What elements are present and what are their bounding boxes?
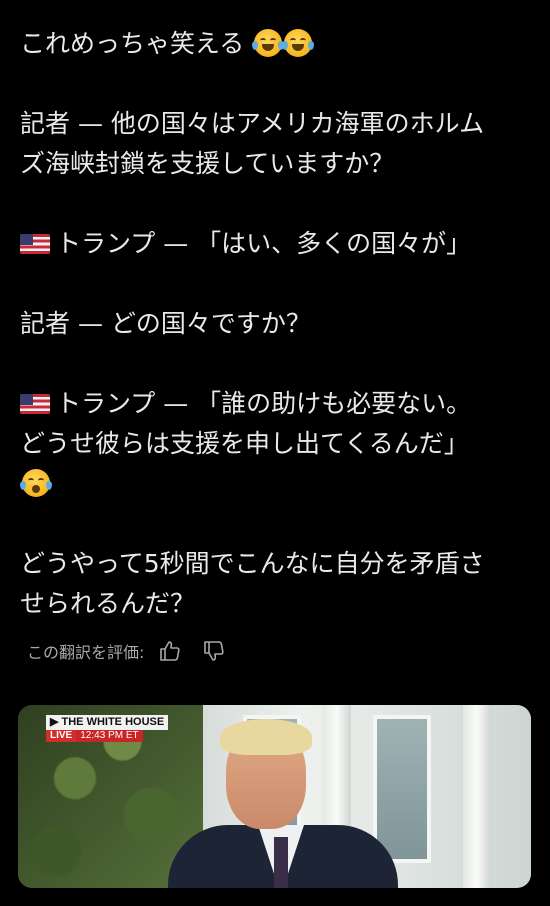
post-line: どうやって5秒間でこんなに自分を矛盾さ xyxy=(20,549,485,578)
crying-emoji-icon xyxy=(20,469,52,497)
laughing-emoji-icon xyxy=(252,29,285,57)
post-line: どうせ彼らは支援を申し出てくるんだ」 xyxy=(20,429,469,458)
us-flag-icon xyxy=(20,394,50,414)
post-line-text: トランプ — 「はい、多くの国々が」 xyxy=(56,229,472,258)
post-line: これめっちゃ笑える xyxy=(20,24,535,64)
live-badge: LIVE xyxy=(46,730,77,742)
chyron-time: 12:43 PM ET xyxy=(76,730,143,742)
thumbs-up-icon[interactable] xyxy=(158,639,182,663)
news-chyron: ▶ THE WHITE HOUSE LIVE 12:43 PM ET xyxy=(46,715,169,742)
laughing-emoji-icon xyxy=(282,29,315,57)
us-flag-icon xyxy=(20,234,50,254)
rate-translation-label: この翻訳を評価: xyxy=(27,643,145,662)
video-thumbnail[interactable]: ▶ THE WHITE HOUSE LIVE 12:43 PM ET xyxy=(18,705,531,888)
translation-rating: この翻訳を評価: xyxy=(27,639,246,663)
post-text: これめっちゃ笑える 記者 — 他の国々はアメリカ海軍のホルム ズ海峡封鎖を支援し… xyxy=(20,24,535,624)
post-line: トランプ — 「はい、多くの国々が」 xyxy=(20,224,535,264)
post-line: トランプ — 「誰の助けも必要ない。 xyxy=(20,384,535,424)
thumbs-down-icon[interactable] xyxy=(202,639,226,663)
post-line-text: これめっちゃ笑える xyxy=(20,29,245,58)
chyron-title: THE WHITE HOUSE xyxy=(61,716,165,728)
post-line: 記者 — 他の国々はアメリカ海軍のホルム xyxy=(20,109,485,138)
post-line xyxy=(20,464,535,504)
column xyxy=(463,705,491,888)
post-line-text: トランプ — 「誰の助けも必要ない。 xyxy=(56,389,472,418)
post-line: ズ海峡封鎖を支援していますか？ xyxy=(20,149,395,178)
speaker-figure xyxy=(168,719,398,888)
post-line: 記者 — どの国々ですか？ xyxy=(20,309,311,338)
post-line: せられるんだ？ xyxy=(20,589,196,618)
